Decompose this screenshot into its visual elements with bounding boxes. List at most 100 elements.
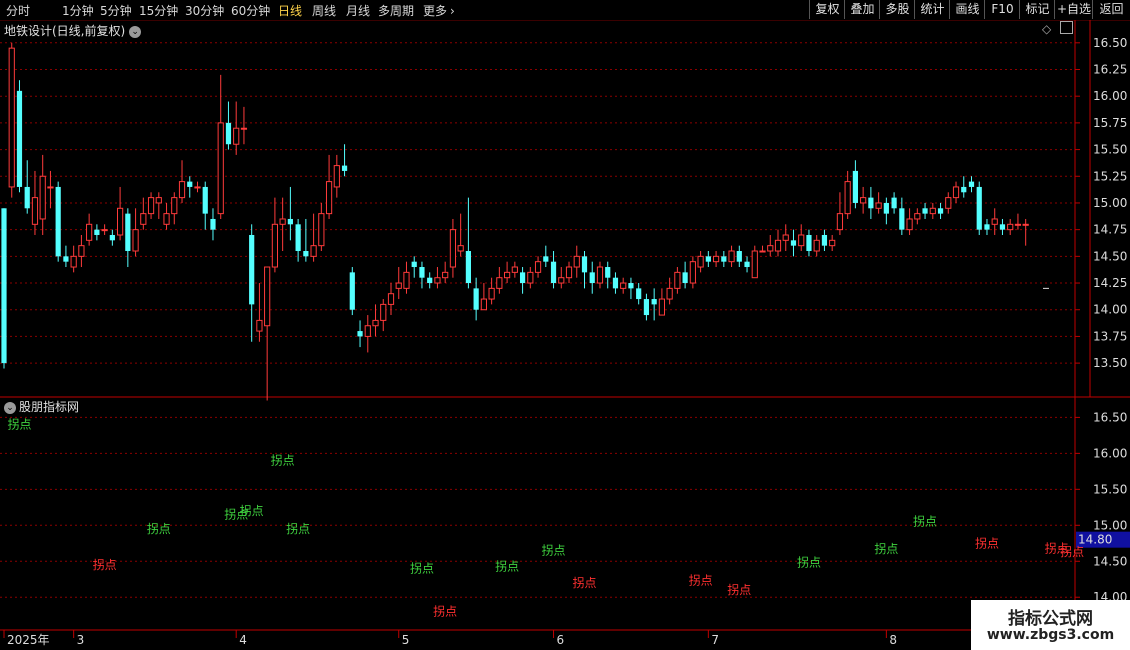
candle-body: [651, 299, 657, 305]
candle: [643, 293, 650, 321]
candle-body: [480, 298, 487, 311]
candle-body: [403, 271, 410, 289]
candle: [651, 288, 657, 321]
candle-body: [813, 239, 820, 252]
candle: [496, 267, 503, 294]
signal-label: 拐点: [1060, 544, 1084, 559]
candle-body: [984, 224, 990, 230]
candle-body: [217, 122, 224, 215]
candle-body: [550, 261, 557, 284]
watermark-url: www.zbgs3.com: [986, 627, 1115, 643]
candle: [333, 154, 340, 198]
candle: [303, 218, 309, 262]
timeframe-weekly[interactable]: 周线: [312, 2, 336, 19]
candle-body: [751, 250, 758, 279]
candle-body: [39, 175, 46, 220]
timeframe-1min[interactable]: 1分钟: [62, 2, 94, 19]
candle: [573, 245, 580, 278]
back-button[interactable]: 返回: [1092, 0, 1130, 19]
candle: [442, 261, 449, 284]
timeframe-5min[interactable]: 5分钟: [100, 2, 132, 19]
y-tick-label: 15.00: [1093, 196, 1127, 210]
timeframe-60min[interactable]: 60分钟: [231, 2, 270, 19]
candle-body: [264, 266, 271, 327]
candle-body: [125, 213, 131, 252]
candle: [380, 299, 387, 332]
timeframe-intraday[interactable]: 分时: [6, 2, 30, 19]
kline-chart[interactable]: 13.50 13.75 14.00 14.25 14.50 14.75 15.00 15.25…: [0, 20, 1130, 650]
signal-label: 拐点: [410, 560, 434, 575]
candle-body: [310, 245, 317, 257]
candle-body: [325, 181, 333, 215]
candle: [295, 218, 301, 262]
candle-body: [140, 213, 147, 225]
candle: [929, 202, 936, 219]
timeframe-15min[interactable]: 15分钟: [139, 2, 178, 19]
candle: [844, 170, 851, 219]
y-tick-label: 14.75: [1093, 223, 1127, 237]
candle-body: [249, 234, 255, 305]
draw-line-button[interactable]: 画线: [949, 0, 985, 19]
candle: [596, 261, 604, 289]
candle-body: [287, 218, 293, 225]
candle-body: [565, 266, 573, 279]
candle-body: [94, 229, 100, 235]
candle: [721, 251, 727, 268]
mark-button[interactable]: 标记: [1019, 0, 1055, 19]
overlay-button[interactable]: 叠加: [844, 0, 880, 19]
x-tick-label: 7: [711, 633, 719, 647]
signal-label: 拐点: [7, 417, 31, 432]
candle: [744, 256, 750, 273]
timeframe-more[interactable]: 更多 ›: [423, 2, 455, 19]
candle: [256, 283, 263, 342]
candle-body: [883, 202, 889, 214]
timeframe-multi[interactable]: 多周期: [378, 2, 414, 19]
y-tick-label: 13.75: [1093, 329, 1127, 343]
candle-body: [689, 261, 696, 284]
candle: [387, 283, 395, 316]
candle: [31, 170, 39, 235]
candle-body: [589, 272, 595, 284]
candle: [249, 224, 255, 342]
statistics-button[interactable]: 统计: [914, 0, 950, 19]
candle-body: [767, 245, 774, 252]
multi-stock-button[interactable]: 多股: [879, 0, 915, 19]
candle-body: [202, 186, 208, 214]
candle: [860, 186, 867, 214]
candle-body: [852, 170, 858, 203]
candle: [279, 197, 286, 252]
candle-body: [891, 197, 897, 209]
candle: [759, 245, 766, 253]
candle: [782, 224, 789, 252]
candle-body: [929, 207, 936, 215]
restore-rights-button[interactable]: 复权: [809, 0, 845, 19]
candle-body: [341, 165, 348, 171]
add-watchlist-button[interactable]: +自选: [1054, 0, 1093, 19]
x-tick-label: 2025年: [7, 633, 50, 647]
candle-body: [806, 234, 812, 252]
f10-button[interactable]: F10: [984, 0, 1020, 19]
timeframe-more-label: 更多: [423, 4, 448, 18]
timeframe-30min[interactable]: 30分钟: [185, 2, 224, 19]
signal-label: 拐点: [495, 558, 519, 573]
candle: [937, 202, 944, 219]
candle-body: [256, 319, 263, 332]
candle-body: [527, 271, 534, 284]
candle: [1007, 218, 1014, 235]
candle-body: [303, 251, 309, 257]
candle: [47, 170, 54, 209]
candle-body: [419, 267, 425, 278]
y-tick-label: 14.50: [1093, 249, 1127, 263]
candle: [449, 218, 457, 278]
timeframe-monthly[interactable]: 月线: [346, 2, 370, 19]
x-tick-label: 6: [557, 633, 565, 647]
candle-body: [233, 127, 240, 145]
candle: [736, 245, 742, 268]
candle-body: [543, 256, 549, 262]
candle: [806, 229, 812, 257]
candle: [565, 261, 573, 284]
timeframe-daily[interactable]: 日线: [278, 2, 302, 19]
candle-body: [643, 299, 650, 316]
candle: [1022, 218, 1029, 246]
candle-body: [605, 267, 611, 278]
